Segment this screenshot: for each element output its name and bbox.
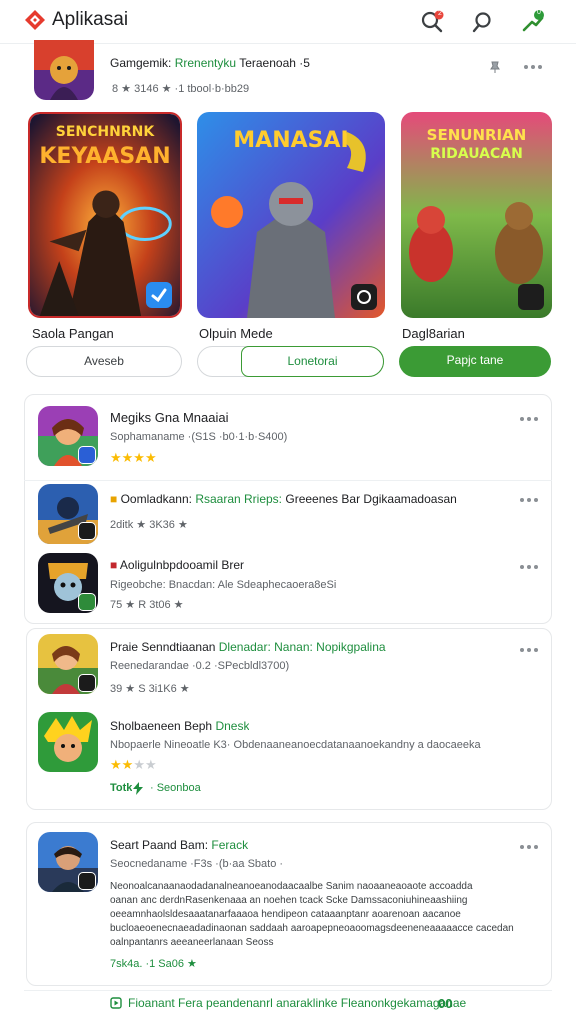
app-bar: Aplikasai 2 0 — [0, 0, 576, 44]
app-meta: Reenedarandae ·0.2 ·SPecbldl3700) — [110, 660, 290, 672]
app-meta: 7sk4a. ·1 Sa06 ★ — [110, 958, 197, 970]
app-tag: · Seonboa — [150, 782, 201, 794]
featured-art-title: MANASAI — [233, 128, 349, 153]
more-options-icon[interactable] — [520, 645, 540, 655]
footer-link[interactable]: Fioanant Fera peandenanrl anaraklinke Fl… — [128, 996, 466, 1010]
featured-art-title: KEYAASAN — [39, 144, 171, 169]
app-category-label: Dlenadar: Nanan: Nopikgpalina — [218, 640, 386, 654]
featured-card[interactable]: SENCHNRNK KEYAASAN — [28, 112, 182, 318]
divider — [24, 480, 552, 481]
app-icon[interactable] — [38, 634, 98, 694]
app-description-line: oanan anc derdnRasenkenaaa an noehen tca… — [110, 895, 468, 906]
app-category-label: Ferack — [211, 838, 249, 852]
app-meta: 2ditk ★ 3K36 ★ — [110, 519, 188, 531]
app-icon[interactable] — [38, 553, 98, 613]
badge-icon — [78, 872, 96, 890]
app-title[interactable]: Megiks Gna Mnaaiai — [110, 410, 229, 425]
featured-card[interactable]: MANASAI — [197, 112, 385, 318]
more-options-icon[interactable] — [524, 62, 544, 72]
action-button[interactable]: Lonetorai — [241, 346, 384, 377]
app-title[interactable]: Praie Senndtiaanan Dlenadar: Nanan: Nopi… — [110, 640, 386, 654]
action-button[interactable]: Papjc tane — [399, 346, 551, 377]
lightning-icon — [133, 782, 143, 795]
badge-icon — [518, 284, 544, 310]
featured-label: Olpuin Mede — [199, 326, 273, 341]
divider — [24, 990, 552, 991]
app-title-text: Oomladkann: — [120, 492, 192, 506]
app-description-line: bucloaeoenecnaeadadinaonan saddaah aaroa… — [110, 923, 514, 934]
app-tag: Totk — [110, 782, 133, 794]
more-options-icon[interactable] — [520, 842, 540, 852]
app-description-line: Neonoalcanaanaodadanalneanoeanodaacaalbe… — [110, 881, 473, 892]
app-meta: 39 ★ S 3i1K6 ★ — [110, 683, 190, 695]
badge-icon — [78, 522, 96, 540]
more-options-icon[interactable] — [520, 562, 540, 572]
app-meta: Seocnedaname ·F3s ·(b·aa Sbato · — [110, 858, 284, 870]
featured-art-title: SENUNRIAN — [426, 126, 527, 144]
app-category-label: Dnesk — [215, 719, 250, 733]
badge-icon — [78, 593, 96, 611]
app-icon[interactable] — [38, 712, 98, 772]
app-list-card — [26, 628, 552, 810]
app-title-tail: Greeenes Bar Dgikaamadoasan — [285, 492, 457, 506]
app-category-label: Rrenentyku — [174, 56, 237, 70]
badge-icon — [351, 284, 377, 310]
search-icon[interactable] — [470, 8, 498, 36]
app-title-text: Aoligulnbpdooamil Brer — [119, 558, 244, 572]
app-title[interactable]: Sholbaeneen Beph Dnesk — [110, 719, 249, 733]
app-logo-icon — [25, 10, 45, 30]
badge-icon — [78, 674, 96, 692]
rating-stars: ★★★★ — [110, 757, 157, 772]
app-title[interactable]: ■ Oomladkann: Rsaaran Rrieps: Greeenes B… — [110, 492, 457, 506]
app-icon[interactable] — [34, 40, 94, 100]
more-options-icon[interactable] — [520, 495, 540, 505]
pin-icon[interactable] — [488, 60, 502, 74]
app-title-text: Seart Paand Bam: — [110, 838, 209, 852]
featured-card[interactable]: SENUNRIAN RIDAUACAN — [401, 112, 552, 318]
badge-icon — [78, 446, 96, 464]
app-title[interactable]: Gamgemik: Rrenentyku Teraenoah ·5 — [110, 56, 310, 70]
app-title-text: Praie Senndtiaanan — [110, 640, 216, 654]
app-icon[interactable] — [38, 484, 98, 544]
featured-label: Dagl8arian — [402, 326, 465, 341]
rating-stars: ★★★★ — [110, 450, 157, 465]
app-meta: 8 ★ 3146 ★ ·1 tbool·b·bb29 — [112, 83, 250, 95]
app-title[interactable]: ■ Aoligulnbpdooamil Brer — [110, 558, 244, 572]
app-title-tail: Teraenoah ·5 — [239, 56, 310, 70]
footer-badge: 00 — [438, 996, 453, 1011]
play-icon — [110, 997, 122, 1009]
app-meta: Nbopaerle Nineoatle K3· Obdenaaneanoecda… — [110, 739, 481, 751]
app-title-text: Sholbaeneen Beph — [110, 719, 213, 733]
featured-label: Saola Pangan — [32, 326, 114, 341]
action-button[interactable]: Aveseb — [26, 346, 182, 377]
app-title[interactable]: Seart Paand Bam: Ferack — [110, 838, 248, 852]
app-description-line: oalnpantanrs aeeaneerlanaan Seoss — [110, 937, 274, 948]
app-title: Aplikasai — [52, 9, 129, 30]
featured-art-title: RIDAUACAN — [430, 146, 523, 162]
featured-art-title: SENCHNRNK — [55, 124, 155, 140]
app-icon[interactable] — [38, 832, 98, 892]
app-category-label: Rsaaran Rrieps: — [195, 492, 283, 506]
app-description-line: oeeamnhaolsldesaaatanarfaaaoa hendipeon … — [110, 909, 461, 920]
notification-badge-count: 0 — [537, 9, 541, 16]
badge-icon — [146, 282, 172, 308]
app-icon[interactable] — [38, 406, 98, 466]
app-meta: 75 ★ R 3t06 ★ — [110, 599, 184, 611]
app-meta: Sophamaname ·(S1S ·b0·1·b·S400) — [110, 431, 288, 443]
app-meta: Rigeobche: Bnacdan: Ale Sdeaphecaoera8eS… — [110, 579, 337, 591]
more-options-icon[interactable] — [520, 414, 540, 424]
notification-badge-count: 2 — [438, 10, 442, 17]
app-title-text: Gamgemik: — [110, 56, 172, 70]
